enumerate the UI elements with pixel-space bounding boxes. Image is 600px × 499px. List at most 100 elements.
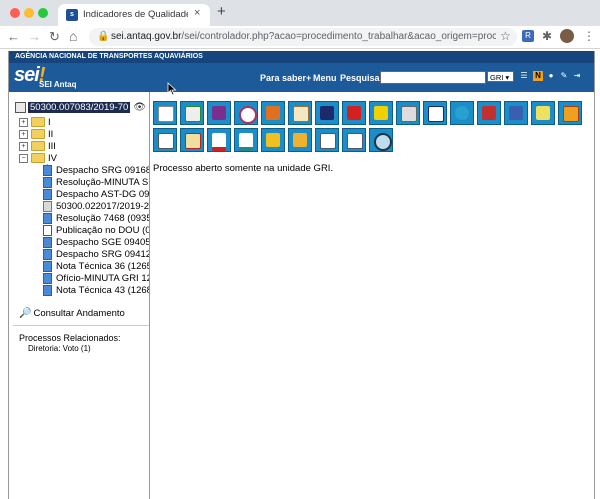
minimize-window-button[interactable] bbox=[24, 8, 34, 18]
tree-document-label: Despacho AST-DG 093 bbox=[56, 189, 149, 200]
search-icon[interactable] bbox=[369, 128, 393, 152]
url-text[interactable]: sei.antaq.gov.br/sei/controlador.php?aca… bbox=[111, 31, 496, 42]
tree-document[interactable]: Ofício-MINUTA GRI 12 bbox=[43, 273, 149, 284]
tree-document[interactable]: Nota Técnica 36 (1265 bbox=[43, 261, 149, 272]
mouse-cursor-icon bbox=[167, 82, 177, 96]
tree-document[interactable]: Resolução 7468 (0935 bbox=[43, 213, 149, 224]
eye-icon[interactable]: 👁 bbox=[133, 102, 146, 113]
browser-tab[interactable]: s Indicadores de Qualidade nos × bbox=[58, 4, 210, 26]
tree-document[interactable]: Despacho AST-DG 093 bbox=[43, 189, 149, 200]
tree-root-process[interactable]: 50300.007083/2019-70 👁 bbox=[15, 102, 146, 113]
generate-pdf-icon[interactable] bbox=[207, 128, 231, 152]
consult-progress-label: Consultar Andamento bbox=[33, 308, 125, 319]
sei-page: AGÊNCIA NACIONAL DE TRANSPORTES AQUAVIÁR… bbox=[8, 51, 595, 499]
url-host: sei.antaq.gov.br bbox=[111, 31, 182, 42]
document-icon bbox=[43, 249, 52, 260]
suspend-icon[interactable] bbox=[558, 101, 582, 125]
tree-document-label: Nota Técnica 43 (1268 bbox=[56, 285, 149, 296]
duplicate-icon[interactable] bbox=[504, 101, 528, 125]
tree-folder-label: III bbox=[48, 141, 56, 152]
update-process-icon[interactable] bbox=[261, 101, 285, 125]
lock-icon: 🔒 bbox=[97, 31, 110, 42]
assign-process-icon[interactable] bbox=[315, 101, 339, 125]
agency-bar: AGÊNCIA NACIONAL DE TRANSPORTES AQUAVIÁR… bbox=[9, 51, 594, 63]
puzzle-extensions-icon[interactable]: ✱ bbox=[542, 29, 552, 43]
reload-button[interactable]: ↻ bbox=[49, 29, 60, 45]
browser-toolbar: ← → ↻ ⌂ 🔒 sei.antaq.gov.br/sei/controlad… bbox=[0, 26, 600, 49]
reports-icon[interactable] bbox=[342, 101, 366, 125]
tree-document[interactable]: Nota Técnica 43 (1268 bbox=[43, 285, 149, 296]
help-link[interactable]: Para saber+ bbox=[260, 73, 311, 83]
menu-link[interactable]: Menu bbox=[313, 73, 337, 83]
statistics-icon[interactable] bbox=[531, 101, 555, 125]
document-icon bbox=[43, 237, 52, 248]
sign-icon[interactable] bbox=[369, 101, 393, 125]
expand-icon[interactable]: + bbox=[19, 117, 28, 127]
tree-folder[interactable]: + I bbox=[19, 117, 51, 128]
open-folder-icon bbox=[31, 153, 45, 164]
pdf-icon bbox=[43, 225, 52, 236]
tree-document[interactable]: 50300.022017/2019-20 bbox=[43, 201, 149, 212]
tree-folder[interactable]: + II bbox=[19, 129, 53, 140]
related-processes-title: Processos Relacionados: bbox=[19, 333, 121, 343]
unit-select[interactable]: GRI ▾ bbox=[487, 71, 514, 82]
bookmark-star-icon[interactable]: ☆ bbox=[500, 29, 511, 43]
annotations-icon[interactable] bbox=[450, 101, 474, 125]
home-button[interactable]: ⌂ bbox=[69, 28, 77, 44]
table-icon[interactable] bbox=[342, 128, 366, 152]
list-view-icon[interactable]: ☰ bbox=[519, 71, 529, 81]
tree-document[interactable]: Resolução-MINUTA SF bbox=[43, 177, 149, 188]
back-button[interactable]: ← bbox=[7, 29, 20, 44]
folder-icon bbox=[31, 129, 45, 140]
maximize-window-button[interactable] bbox=[38, 8, 48, 18]
tree-document-label: Nota Técnica 36 (1265 bbox=[56, 261, 149, 272]
tree-root-label: 50300.007083/2019-70 bbox=[28, 102, 131, 113]
new-document-icon[interactable] bbox=[153, 101, 177, 125]
close-window-button[interactable] bbox=[10, 8, 20, 18]
tree-folder-label: IV bbox=[48, 153, 57, 164]
expand-icon[interactable]: + bbox=[19, 129, 28, 139]
send-email-icon[interactable] bbox=[288, 101, 312, 125]
search-input[interactable] bbox=[380, 71, 486, 84]
flag-icon[interactable] bbox=[261, 128, 285, 152]
url-path: /sei/controlador.php?acao=procedimento_t… bbox=[181, 31, 496, 42]
browser-menu-button[interactable]: ⋮ bbox=[583, 29, 595, 43]
tree-document-label: Despacho SRG 09412 bbox=[56, 249, 149, 260]
delete-icon[interactable] bbox=[180, 128, 204, 152]
monitor-process-icon[interactable] bbox=[234, 101, 258, 125]
expand-icon[interactable]: + bbox=[19, 141, 28, 151]
tree-document[interactable]: Despacho SRG 09412 bbox=[43, 249, 149, 260]
address-bar[interactable]: 🔒 sei.antaq.gov.br/sei/controlador.php?a… bbox=[89, 28, 517, 46]
exit-icon[interactable]: ⇥ bbox=[572, 71, 582, 81]
tools-icon[interactable]: ✎ bbox=[559, 71, 569, 81]
collapse-icon[interactable]: − bbox=[19, 153, 28, 163]
list-icon[interactable] bbox=[315, 128, 339, 152]
tree-folder[interactable]: − IV bbox=[19, 153, 57, 164]
user-icon[interactable]: ● bbox=[546, 71, 556, 81]
tree-folder[interactable]: + III bbox=[19, 141, 56, 152]
relate-process-icon[interactable] bbox=[396, 101, 420, 125]
forward-button[interactable]: → bbox=[28, 29, 41, 44]
generate-zip-icon[interactable] bbox=[234, 128, 258, 152]
profile-avatar[interactable] bbox=[560, 29, 574, 43]
tree-document-label: Despacho SGE 094057 bbox=[56, 237, 149, 248]
tree-document[interactable]: Despacho SRG 09168 bbox=[43, 165, 149, 176]
tree-document[interactable]: Despacho SGE 094057 bbox=[43, 237, 149, 248]
extension-icon[interactable]: R bbox=[522, 30, 534, 42]
create-block-icon[interactable] bbox=[423, 101, 447, 125]
search-link[interactable]: Pesquisa bbox=[340, 73, 380, 83]
include-in-block-icon[interactable] bbox=[180, 101, 204, 125]
cancel-icon[interactable] bbox=[153, 128, 177, 152]
news-icon[interactable]: N bbox=[533, 71, 543, 81]
checklist-icon[interactable] bbox=[477, 101, 501, 125]
tag-icon[interactable] bbox=[288, 128, 312, 152]
status-message: Processo aberto somente na unidade GRI. bbox=[153, 163, 334, 174]
related-process-link[interactable]: Diretoria: Voto (1) bbox=[28, 344, 91, 353]
document-icon bbox=[43, 273, 52, 284]
tree-document[interactable]: Publicação no DOU (0 bbox=[43, 225, 149, 236]
new-tab-button[interactable]: + bbox=[217, 3, 226, 20]
tab-close-button[interactable]: × bbox=[194, 7, 200, 19]
consult-progress-link[interactable]: 🔎 Consultar Andamento bbox=[19, 308, 125, 319]
send-process-icon[interactable] bbox=[207, 101, 231, 125]
sei-header: sei! SEI Antaq Para saber+ Menu Pesquisa… bbox=[9, 63, 594, 92]
